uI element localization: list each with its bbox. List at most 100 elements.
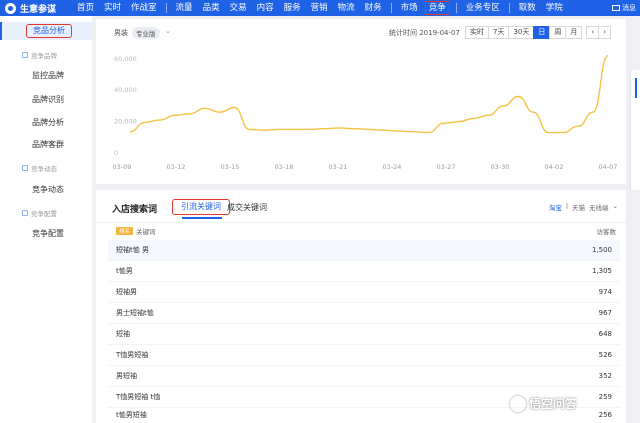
- stat-date: 统计时间 2019-04-07: [389, 29, 460, 37]
- table-row[interactable]: 男士短袖t恤 967: [108, 303, 620, 324]
- logo[interactable]: 生意参谋: [0, 2, 72, 15]
- period-30d-button[interactable]: 30天: [508, 26, 535, 39]
- message-button[interactable]: 消息: [612, 3, 640, 13]
- sidebar-item-brand-analysis[interactable]: 品牌分析: [32, 117, 64, 128]
- nav-divider: [455, 3, 457, 13]
- right-scroll-strip[interactable]: [630, 70, 640, 190]
- nav-item-trade[interactable]: 交易: [225, 0, 252, 16]
- nav-item-market[interactable]: 市场: [396, 0, 423, 16]
- x-tick-label: 03-12: [167, 163, 186, 171]
- col-visits[interactable]: 访客数: [597, 226, 617, 236]
- next-arrow-icon[interactable]: ›: [598, 26, 612, 39]
- period-7d-button[interactable]: 7天: [488, 26, 510, 39]
- nav-divider: [508, 3, 510, 13]
- watermark-text: 悟空问答: [529, 397, 578, 411]
- x-tick-label: 03-30: [491, 163, 510, 171]
- sidebar-group-competitor-brand: 竞争品牌: [22, 50, 57, 60]
- tab-traffic-keywords[interactable]: 引流关键词: [172, 199, 230, 215]
- trend-line-chart: 60,000 40,000 20,000 0 03-09 03-12 03-15 03-18 0…: [113, 55, 618, 171]
- scroll-thumb[interactable]: [635, 78, 637, 98]
- filter-taobao[interactable]: 淘宝: [549, 202, 562, 212]
- terminal-filter: 淘宝 | 天猫 无线端 ⌄: [545, 202, 618, 212]
- mail-icon: [612, 5, 620, 11]
- y-tick-label: 60,000: [114, 55, 137, 63]
- sidebar: 竞品分析 竞争品牌 监控品牌 品牌识别 品牌分析 品牌客群 竞争动态 竞争动态 …: [0, 16, 92, 423]
- edition-badge[interactable]: 专业版: [132, 27, 160, 39]
- nav-item-academy[interactable]: 学院: [541, 0, 568, 16]
- nav-item-category[interactable]: 品类: [198, 0, 225, 16]
- section-title: 入店搜索词: [112, 205, 158, 215]
- period-switcher: 实时 7天 30天 日 周 月 ‹ ›: [465, 26, 612, 39]
- nav-item-service[interactable]: 服务: [279, 0, 306, 16]
- table-row[interactable]: t恤男 1,305: [108, 261, 620, 282]
- table-row[interactable]: 短袖男 974: [108, 282, 620, 303]
- keyword-cell: t恤男短袖: [116, 410, 147, 419]
- nav-item-logistics[interactable]: 物流: [333, 0, 360, 16]
- message-label: 消息: [622, 4, 636, 12]
- nav-item-data-fetch[interactable]: 取数: [514, 0, 541, 16]
- x-tick-label: 03-27: [437, 163, 456, 171]
- y-tick-label: 40,000: [114, 86, 137, 94]
- sidebar-item-brand-recognition[interactable]: 品牌识别: [32, 94, 64, 105]
- search-keywords-card: 入店搜索词 引流关键词 成交关键词 淘宝 | 天猫 无线端 ⌄ 排名 关键词 访…: [96, 190, 626, 423]
- keyword-cell: 短袖: [116, 330, 130, 338]
- trend-chart-card: 男装 专业版 ⌄ 统计时间 2019-04-07 实时 7天 30天 日 周 月…: [96, 19, 626, 184]
- visits-cell: 967: [598, 309, 612, 317]
- table-header: 排名 关键词 访客数: [116, 224, 616, 238]
- table-row[interactable]: T恤男短袖 526: [108, 345, 620, 366]
- divider: [96, 222, 626, 223]
- rank-badge: 排名: [116, 227, 134, 235]
- table-row[interactable]: 男短袖 352: [108, 366, 620, 387]
- nav-item-marketing[interactable]: 营销: [306, 0, 333, 16]
- nav-item-content[interactable]: 内容: [252, 0, 279, 16]
- x-tick-label: 03-18: [275, 163, 294, 171]
- visits-cell: 352: [598, 372, 612, 380]
- keyword-cell: T恤男短袖 t恤: [116, 393, 161, 401]
- keyword-cell: T恤男短袖: [116, 351, 149, 359]
- filter-tmall[interactable]: 天猫: [572, 202, 585, 212]
- table-row[interactable]: 短袖t恤 男 1,500: [108, 240, 620, 261]
- period-day-button[interactable]: 日: [533, 26, 551, 39]
- chevron-down-icon[interactable]: ⌄: [613, 202, 618, 212]
- tab-deal-keywords[interactable]: 成交关键词: [227, 202, 267, 213]
- nav-divider: [390, 3, 392, 13]
- visits-cell: 648: [598, 330, 612, 338]
- watermark: 悟空问答: [510, 395, 577, 412]
- nav-item-traffic[interactable]: 流量: [171, 0, 198, 16]
- visits-cell: 256: [598, 410, 612, 419]
- keyword-cell: 男士短袖t恤: [116, 309, 154, 317]
- chart-toolbar: 男装 专业版 ⌄ 统计时间 2019-04-07 实时 7天 30天 日 周 月…: [96, 19, 626, 47]
- sidebar-item-brand-customers[interactable]: 品牌客群: [32, 139, 64, 150]
- nav-item-home[interactable]: 首页: [72, 0, 99, 16]
- top-nav: 生意参谋 首页 实时 作战室 流量 品类 交易 内容 服务 营销 物流 财务 市…: [0, 0, 640, 16]
- nav-item-warroom[interactable]: 作战室: [126, 0, 162, 16]
- nav-item-realtime[interactable]: 实时: [99, 0, 126, 16]
- x-tick-label: 04-07: [599, 163, 618, 171]
- sidebar-item-label: 竞品分析: [26, 24, 72, 38]
- sidebar-item-competitor-analysis[interactable]: 竞品分析: [0, 22, 92, 40]
- period-realtime-button[interactable]: 实时: [465, 26, 489, 39]
- keyword-cell: t恤男: [116, 267, 133, 275]
- visits-cell: 974: [598, 288, 612, 296]
- filter-wireless[interactable]: 无线端: [589, 202, 609, 212]
- period-week-button[interactable]: 周: [549, 26, 567, 39]
- x-tick-label: 04-02: [545, 163, 564, 171]
- sidebar-item-config[interactable]: 竞争配置: [32, 228, 64, 239]
- sidebar-item-monitor-brand[interactable]: 监控品牌: [32, 70, 64, 81]
- nav-item-competition[interactable]: 竞争: [424, 1, 450, 15]
- active-tab-indicator: [182, 217, 222, 219]
- table-row[interactable]: 短袖 648: [108, 324, 620, 345]
- sidebar-item-dynamics[interactable]: 竞争动态: [32, 184, 64, 195]
- keyword-cell: 男短袖: [116, 372, 137, 380]
- nav-item-business-zone[interactable]: 业务专区: [461, 0, 505, 16]
- visits-cell: 259: [598, 393, 612, 401]
- sidebar-group-competitor-dynamics: 竞争动态: [22, 163, 57, 173]
- chevron-down-icon[interactable]: ⌄: [165, 27, 171, 35]
- sidebar-group-label: 竞争配置: [31, 210, 57, 218]
- nav-item-finance[interactable]: 财务: [360, 0, 387, 16]
- x-tick-label: 03-15: [221, 163, 240, 171]
- period-month-button[interactable]: 月: [565, 26, 583, 39]
- group-icon: [22, 210, 28, 216]
- logo-icon: [5, 2, 16, 14]
- app-title: 生意参谋: [20, 4, 57, 15]
